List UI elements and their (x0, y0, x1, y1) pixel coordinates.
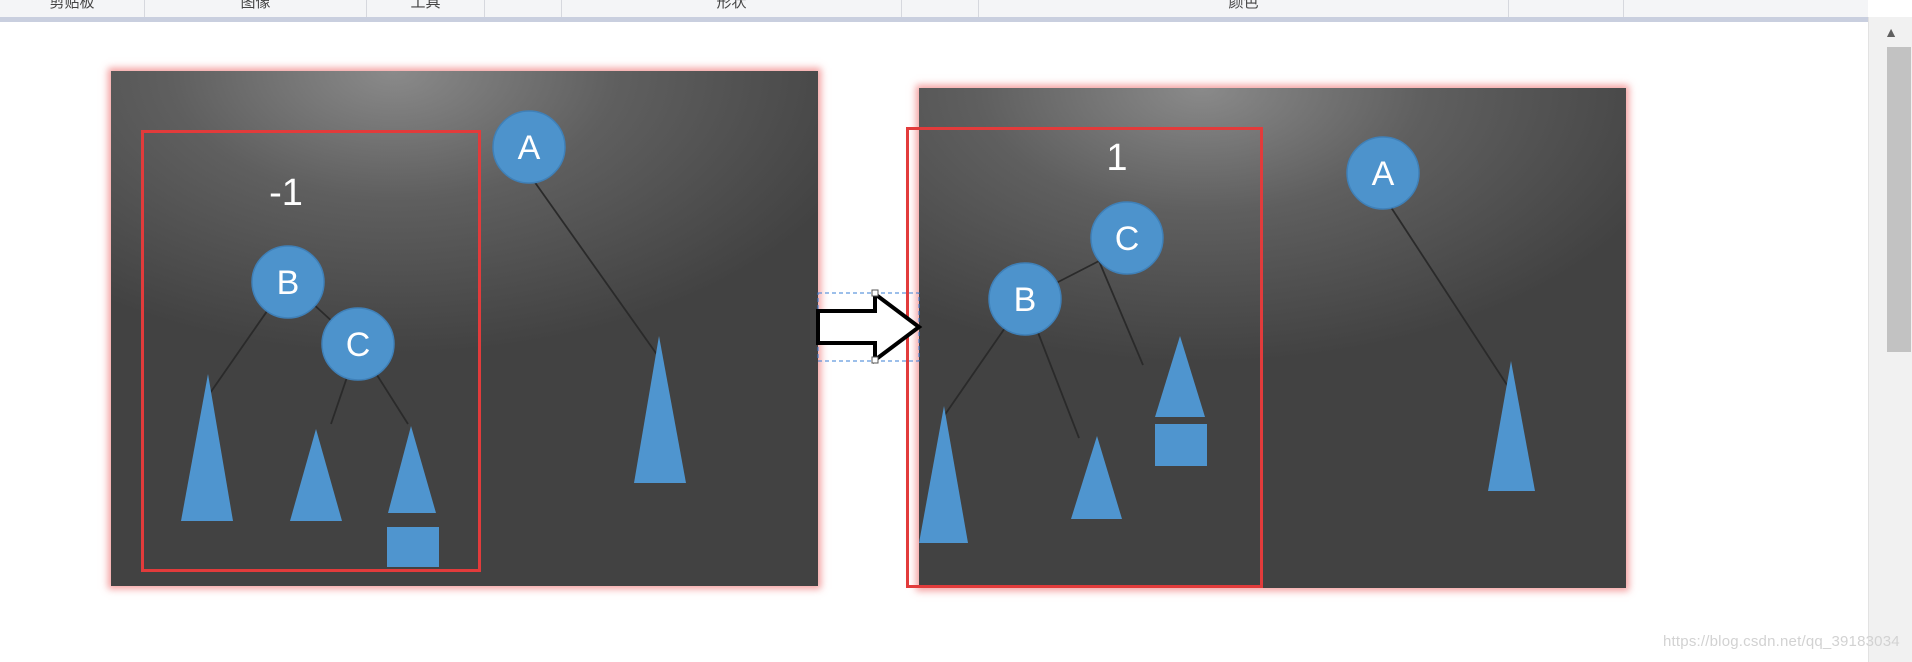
ribbon-group-brushes (485, 0, 562, 17)
ribbon-group-image: 图像 (145, 0, 367, 17)
chevron-up-icon[interactable]: ▲ (1869, 17, 1912, 47)
arrow-selection-frame (817, 292, 920, 362)
selection-rectangle[interactable] (906, 127, 1263, 588)
paint-canvas[interactable]: B C A -1 B C A 1 (0, 22, 1868, 662)
ribbon-group-labels: 剪贴板 图像 工具 形状 颜色 (0, 0, 1868, 22)
resize-handle[interactable] (871, 289, 879, 297)
ribbon-group-colors: 颜色 (979, 0, 1509, 17)
subtree-triangle-tall (634, 336, 686, 483)
vertical-scrollbar[interactable]: ▲ (1868, 17, 1912, 662)
ribbon-group-clipboard: 剪贴板 (0, 0, 145, 17)
watermark-text: https://blog.csdn.net/qq_39183034 (1663, 633, 1900, 650)
ribbon-group-size (902, 0, 979, 17)
subtree-triangle-tall (1488, 361, 1535, 491)
ribbon-group-edit (1509, 0, 1624, 17)
node-a-label: A (518, 129, 541, 167)
edge-a-right (528, 173, 659, 357)
edge-a-right (1382, 194, 1510, 389)
selection-rectangle[interactable] (141, 130, 481, 572)
node-a-label: A (1372, 155, 1395, 193)
arrow-right-icon (816, 290, 923, 364)
scrollbar-thumb[interactable] (1887, 47, 1911, 352)
resize-handle[interactable] (871, 356, 879, 364)
ribbon-group-shapes: 形状 (562, 0, 902, 17)
ribbon-group-tools: 工具 (367, 0, 485, 17)
